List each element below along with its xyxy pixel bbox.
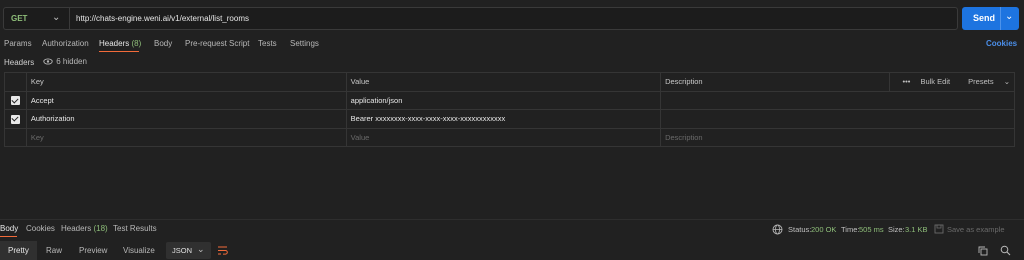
- url-bar: GET ⌄ http://chats-engine.weni.ai/v1/ext…: [3, 7, 958, 30]
- empty-checkbox-cell: [4, 127, 27, 147]
- response-tab-body[interactable]: Body: [0, 224, 18, 233]
- row-checkbox[interactable]: [4, 90, 27, 110]
- copy-icon[interactable]: [978, 246, 988, 256]
- column-header-key: Key: [25, 72, 347, 92]
- globe-icon[interactable]: [772, 224, 783, 235]
- response-tab-headers-label: Headers: [61, 224, 92, 233]
- send-button[interactable]: Send ⌄: [962, 7, 1019, 30]
- response-tab-headers[interactable]: Headers (18): [61, 224, 108, 233]
- presets-label: Presets: [968, 77, 994, 87]
- header-value-cell[interactable]: Bearer xxxxxxxx-xxxx-xxxx-xxxx-xxxxxxxxx…: [345, 109, 662, 129]
- eye-icon: [43, 58, 53, 65]
- active-tab-indicator: [99, 51, 139, 52]
- time-label: Time:: [841, 225, 860, 234]
- send-label: Send: [973, 13, 996, 23]
- format-select-label: JSON: [172, 246, 193, 255]
- tab-headers[interactable]: Headers (8): [99, 39, 141, 48]
- column-header-value: Value: [345, 72, 662, 92]
- send-divider: [1000, 7, 1001, 30]
- column-header-description: Description: [660, 72, 891, 92]
- size-value: 3.1 KB: [905, 225, 928, 234]
- format-tab-visualize[interactable]: Visualize: [115, 241, 163, 260]
- format-tab-raw[interactable]: Raw: [38, 241, 70, 260]
- row-checkbox[interactable]: [4, 109, 27, 129]
- save-as-example-button[interactable]: Save as example: [947, 225, 1005, 234]
- header-description-cell[interactable]: [660, 90, 1015, 110]
- more-options-icon[interactable]: •••: [902, 77, 910, 86]
- active-response-tab-indicator: [0, 236, 17, 237]
- response-tab-cookies[interactable]: Cookies: [26, 224, 55, 233]
- presets-dropdown[interactable]: Presets ⌄: [960, 77, 1010, 86]
- header-description-cell[interactable]: [660, 109, 1015, 129]
- response-tab-test-results[interactable]: Test Results: [113, 224, 157, 233]
- search-icon[interactable]: [1000, 245, 1011, 256]
- method-select[interactable]: GET ⌄: [4, 8, 70, 29]
- headers-table: Key Value Description ••• Bulk Edit Pres…: [4, 72, 1015, 147]
- headers-section-title: Headers: [4, 58, 35, 67]
- table-row: Authorization Bearer xxxxxxxx-xxxx-xxxx-…: [4, 109, 1015, 129]
- wrap-lines-icon[interactable]: [213, 242, 232, 259]
- method-label: GET: [11, 14, 28, 23]
- hidden-headers-label: 6 hidden: [56, 57, 87, 66]
- bulk-edit-button[interactable]: Bulk Edit: [920, 77, 950, 86]
- cookies-link[interactable]: Cookies: [986, 39, 1017, 48]
- response-divider[interactable]: [0, 219, 1024, 220]
- size-label: Size:: [888, 225, 905, 234]
- save-icon: [934, 224, 944, 234]
- status-label: Status:: [788, 225, 812, 234]
- status-value: 200 OK: [811, 225, 837, 234]
- new-key-input[interactable]: Key: [25, 127, 347, 147]
- url-input[interactable]: http://chats-engine.weni.ai/v1/external/…: [76, 14, 249, 23]
- checkbox-column-header: [4, 72, 27, 92]
- tab-pre-request-script[interactable]: Pre-request Script: [185, 39, 249, 48]
- time-value: 505 ms: [859, 225, 884, 234]
- tab-headers-label: Headers: [99, 39, 130, 48]
- chevron-down-icon: ⌄: [197, 244, 205, 254]
- tab-params[interactable]: Params: [4, 39, 32, 48]
- checkbox-checked-icon[interactable]: [10, 114, 20, 124]
- new-description-input[interactable]: Description: [660, 127, 1015, 147]
- checkbox-checked-icon[interactable]: [10, 96, 20, 105]
- new-value-input[interactable]: Value: [345, 127, 662, 147]
- tab-body[interactable]: Body: [154, 39, 172, 48]
- chevron-down-icon: ⌄: [52, 12, 61, 23]
- table-row-empty: Key Value Description: [4, 127, 1015, 147]
- table-header-row: Key Value Description ••• Bulk Edit Pres…: [4, 72, 1015, 92]
- format-select[interactable]: JSON ⌄: [166, 242, 211, 259]
- header-key-cell[interactable]: Accept: [25, 90, 347, 110]
- response-tab-headers-count: (18): [93, 224, 108, 233]
- chevron-down-icon: ⌄: [1003, 77, 1010, 87]
- format-tab-pretty[interactable]: Pretty: [0, 241, 37, 260]
- format-tab-preview[interactable]: Preview: [71, 241, 115, 260]
- table-row: Accept application/json: [4, 90, 1015, 110]
- table-tools: ••• Bulk Edit Presets ⌄: [889, 72, 1015, 92]
- tab-headers-count: (8): [131, 39, 142, 48]
- header-value-cell[interactable]: application/json: [345, 90, 662, 110]
- chevron-down-icon[interactable]: ⌄: [1005, 11, 1013, 22]
- tab-tests[interactable]: Tests: [258, 39, 277, 48]
- tab-settings[interactable]: Settings: [290, 39, 319, 48]
- hidden-headers-toggle[interactable]: 6 hidden: [43, 57, 87, 66]
- tab-authorization[interactable]: Authorization: [42, 39, 89, 48]
- header-key-cell[interactable]: Authorization: [25, 109, 347, 129]
